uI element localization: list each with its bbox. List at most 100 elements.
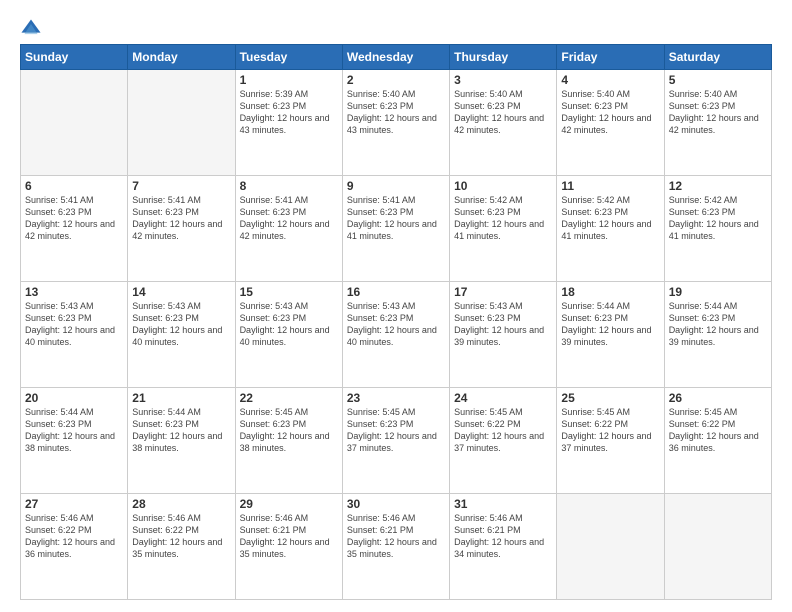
- day-info: Sunrise: 5:46 AM Sunset: 6:21 PM Dayligh…: [240, 512, 338, 561]
- calendar-cell: 1Sunrise: 5:39 AM Sunset: 6:23 PM Daylig…: [235, 70, 342, 176]
- day-number: 18: [561, 285, 659, 299]
- day-info: Sunrise: 5:45 AM Sunset: 6:22 PM Dayligh…: [454, 406, 552, 455]
- day-info: Sunrise: 5:46 AM Sunset: 6:21 PM Dayligh…: [347, 512, 445, 561]
- calendar-cell: 24Sunrise: 5:45 AM Sunset: 6:22 PM Dayli…: [450, 388, 557, 494]
- calendar-cell: 6Sunrise: 5:41 AM Sunset: 6:23 PM Daylig…: [21, 176, 128, 282]
- day-number: 6: [25, 179, 123, 193]
- day-number: 4: [561, 73, 659, 87]
- calendar-cell: [664, 494, 771, 600]
- day-number: 12: [669, 179, 767, 193]
- day-number: 11: [561, 179, 659, 193]
- calendar-cell: 28Sunrise: 5:46 AM Sunset: 6:22 PM Dayli…: [128, 494, 235, 600]
- day-number: 21: [132, 391, 230, 405]
- day-number: 25: [561, 391, 659, 405]
- calendar-cell: 17Sunrise: 5:43 AM Sunset: 6:23 PM Dayli…: [450, 282, 557, 388]
- weekday-header-sunday: Sunday: [21, 45, 128, 70]
- day-number: 24: [454, 391, 552, 405]
- weekday-header-monday: Monday: [128, 45, 235, 70]
- day-info: Sunrise: 5:43 AM Sunset: 6:23 PM Dayligh…: [347, 300, 445, 349]
- page: SundayMondayTuesdayWednesdayThursdayFrid…: [0, 0, 792, 612]
- calendar-cell: 31Sunrise: 5:46 AM Sunset: 6:21 PM Dayli…: [450, 494, 557, 600]
- calendar: SundayMondayTuesdayWednesdayThursdayFrid…: [20, 44, 772, 600]
- day-info: Sunrise: 5:46 AM Sunset: 6:21 PM Dayligh…: [454, 512, 552, 561]
- day-number: 8: [240, 179, 338, 193]
- calendar-cell: 4Sunrise: 5:40 AM Sunset: 6:23 PM Daylig…: [557, 70, 664, 176]
- day-number: 5: [669, 73, 767, 87]
- weekday-header-tuesday: Tuesday: [235, 45, 342, 70]
- calendar-cell: 22Sunrise: 5:45 AM Sunset: 6:23 PM Dayli…: [235, 388, 342, 494]
- calendar-cell: 19Sunrise: 5:44 AM Sunset: 6:23 PM Dayli…: [664, 282, 771, 388]
- week-row-5: 27Sunrise: 5:46 AM Sunset: 6:22 PM Dayli…: [21, 494, 772, 600]
- day-number: 19: [669, 285, 767, 299]
- day-info: Sunrise: 5:42 AM Sunset: 6:23 PM Dayligh…: [561, 194, 659, 243]
- day-number: 17: [454, 285, 552, 299]
- calendar-cell: 20Sunrise: 5:44 AM Sunset: 6:23 PM Dayli…: [21, 388, 128, 494]
- calendar-cell: [557, 494, 664, 600]
- calendar-cell: 11Sunrise: 5:42 AM Sunset: 6:23 PM Dayli…: [557, 176, 664, 282]
- day-number: 9: [347, 179, 445, 193]
- calendar-cell: 23Sunrise: 5:45 AM Sunset: 6:23 PM Dayli…: [342, 388, 449, 494]
- day-number: 28: [132, 497, 230, 511]
- week-row-3: 13Sunrise: 5:43 AM Sunset: 6:23 PM Dayli…: [21, 282, 772, 388]
- week-row-2: 6 Sunrise: 5:41 AM Sunset: 6:23 PM Daylig…: [21, 176, 772, 282]
- calendar-cell: 30Sunrise: 5:46 AM Sunset: 6:21 PM Dayli…: [342, 494, 449, 600]
- weekday-header-saturday: Saturday: [664, 45, 771, 70]
- calendar-cell: 2Sunrise: 5:40 AM Sunset: 6:23 PM Daylig…: [342, 70, 449, 176]
- week-row-4: 20Sunrise: 5:44 AM Sunset: 6:23 PM Dayli…: [21, 388, 772, 494]
- day-info: Sunrise: 5:41 AM Sunset: 6:23 PM Dayligh…: [347, 194, 445, 243]
- calendar-cell: 29Sunrise: 5:46 AM Sunset: 6:21 PM Dayli…: [235, 494, 342, 600]
- week-row-1: 1Sunrise: 5:39 AM Sunset: 6:23 PM Daylig…: [21, 70, 772, 176]
- day-info: Sunrise: 5:42 AM Sunset: 6:23 PM Dayligh…: [454, 194, 552, 243]
- calendar-cell: 5Sunrise: 5:40 AM Sunset: 6:23 PM Daylig…: [664, 70, 771, 176]
- calendar-cell: 10Sunrise: 5:42 AM Sunset: 6:23 PM Dayli…: [450, 176, 557, 282]
- logo: [20, 18, 46, 40]
- day-number: 29: [240, 497, 338, 511]
- calendar-cell: [128, 70, 235, 176]
- day-number: 16: [347, 285, 445, 299]
- day-number: 15: [240, 285, 338, 299]
- day-info: Sunrise: 5:43 AM Sunset: 6:23 PM Dayligh…: [454, 300, 552, 349]
- day-number: 23: [347, 391, 445, 405]
- day-number: 31: [454, 497, 552, 511]
- day-number: 14: [132, 285, 230, 299]
- day-number: 26: [669, 391, 767, 405]
- day-number: 13: [25, 285, 123, 299]
- day-number: 3: [454, 73, 552, 87]
- calendar-cell: 13Sunrise: 5:43 AM Sunset: 6:23 PM Dayli…: [21, 282, 128, 388]
- header: [20, 18, 772, 40]
- day-info: Sunrise: 5:43 AM Sunset: 6:23 PM Dayligh…: [240, 300, 338, 349]
- weekday-header-row: SundayMondayTuesdayWednesdayThursdayFrid…: [21, 45, 772, 70]
- day-info: Sunrise: 5:46 AM Sunset: 6:22 PM Dayligh…: [25, 512, 123, 561]
- day-info: Sunrise: 5:41 AM Sunset: 6:23 PM Dayligh…: [132, 194, 230, 243]
- logo-icon: [20, 18, 42, 40]
- day-info: Sunrise: 5:43 AM Sunset: 6:23 PM Dayligh…: [25, 300, 123, 349]
- calendar-cell: 14Sunrise: 5:43 AM Sunset: 6:23 PM Dayli…: [128, 282, 235, 388]
- day-info: Sunrise: 5:45 AM Sunset: 6:22 PM Dayligh…: [561, 406, 659, 455]
- calendar-cell: 15Sunrise: 5:43 AM Sunset: 6:23 PM Dayli…: [235, 282, 342, 388]
- calendar-cell: 18Sunrise: 5:44 AM Sunset: 6:23 PM Dayli…: [557, 282, 664, 388]
- day-number: 30: [347, 497, 445, 511]
- day-info: Sunrise: 5:40 AM Sunset: 6:23 PM Dayligh…: [454, 88, 552, 137]
- day-info: Sunrise: 5:44 AM Sunset: 6:23 PM Dayligh…: [561, 300, 659, 349]
- day-info: Sunrise: 5:42 AM Sunset: 6:23 PM Dayligh…: [669, 194, 767, 243]
- calendar-cell: 3Sunrise: 5:40 AM Sunset: 6:23 PM Daylig…: [450, 70, 557, 176]
- day-number: 22: [240, 391, 338, 405]
- day-number: 1: [240, 73, 338, 87]
- weekday-header-wednesday: Wednesday: [342, 45, 449, 70]
- day-number: 20: [25, 391, 123, 405]
- calendar-cell: 25Sunrise: 5:45 AM Sunset: 6:22 PM Dayli…: [557, 388, 664, 494]
- weekday-header-friday: Friday: [557, 45, 664, 70]
- day-info: Sunrise: 5:40 AM Sunset: 6:23 PM Dayligh…: [347, 88, 445, 137]
- day-number: 7: [132, 179, 230, 193]
- calendar-cell: 7Sunrise: 5:41 AM Sunset: 6:23 PM Daylig…: [128, 176, 235, 282]
- calendar-cell: 9Sunrise: 5:41 AM Sunset: 6:23 PM Daylig…: [342, 176, 449, 282]
- calendar-cell: 26Sunrise: 5:45 AM Sunset: 6:22 PM Dayli…: [664, 388, 771, 494]
- day-number: 10: [454, 179, 552, 193]
- day-info: Sunrise: 5:45 AM Sunset: 6:23 PM Dayligh…: [347, 406, 445, 455]
- day-info: Sunrise: 5:44 AM Sunset: 6:23 PM Dayligh…: [25, 406, 123, 455]
- day-info: Sunrise: 5:44 AM Sunset: 6:23 PM Dayligh…: [132, 406, 230, 455]
- calendar-cell: 27Sunrise: 5:46 AM Sunset: 6:22 PM Dayli…: [21, 494, 128, 600]
- day-number: 27: [25, 497, 123, 511]
- day-info: Sunrise: 5:43 AM Sunset: 6:23 PM Dayligh…: [132, 300, 230, 349]
- calendar-cell: 12Sunrise: 5:42 AM Sunset: 6:23 PM Dayli…: [664, 176, 771, 282]
